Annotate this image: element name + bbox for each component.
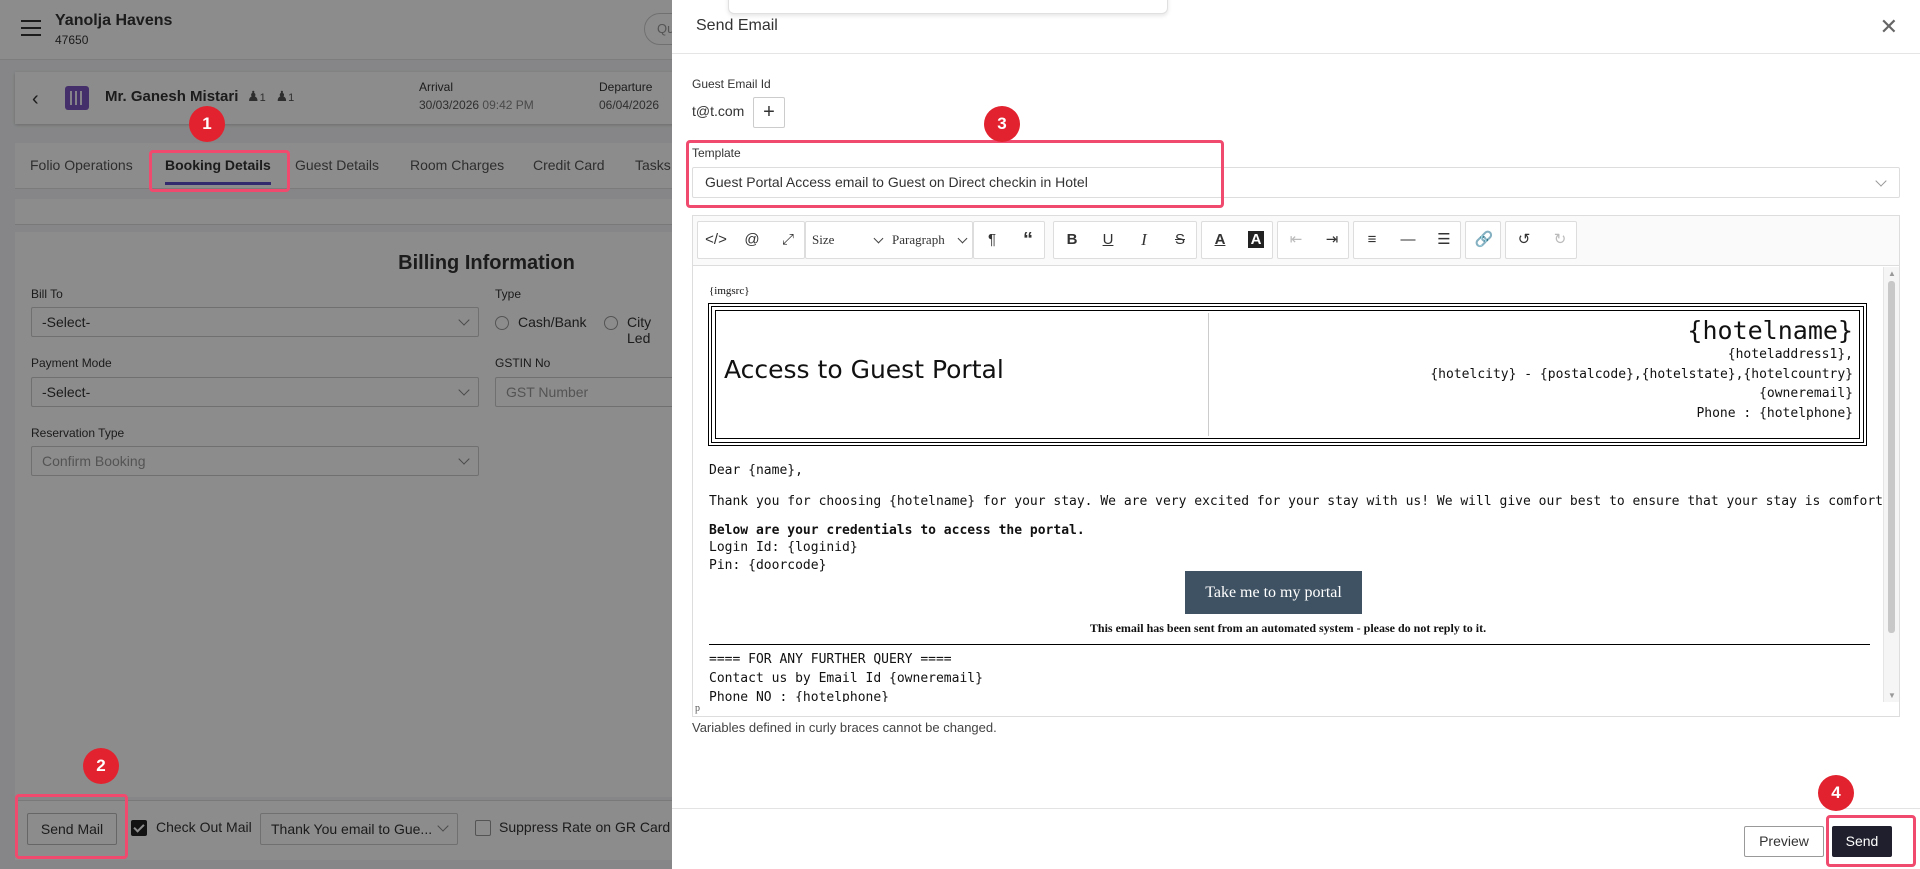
scroll-down-icon[interactable]: ▼	[1888, 691, 1896, 700]
login-id-text: Login Id: {loginid}	[709, 540, 858, 555]
toolbar-group-color: A A	[1201, 221, 1273, 259]
step-marker-2: 2	[83, 748, 119, 784]
horizontal-rule-icon[interactable]: —	[1390, 222, 1426, 258]
editor-content[interactable]: {imgsrc} Access to Guest Portal {hotelna…	[693, 267, 1883, 702]
paragraph-dropdown[interactable]: Paragraph	[892, 222, 970, 258]
toolbar-group-link: 🔗	[1465, 221, 1501, 259]
guest-email-value: t@t.com	[692, 103, 745, 119]
portal-link-button: Take me to my portal	[1185, 571, 1362, 614]
phone-text: Phone NO : {hotelphone}	[709, 690, 890, 702]
toolbar-group-history: ↺ ↻	[1505, 221, 1577, 259]
email-header-table: Access to Guest Portal {hotelname} {hote…	[708, 303, 1867, 446]
contact-text: Contact us by Email Id {owneremail}	[709, 671, 983, 686]
hotel-city-var: {hotelcity} - {postalcode},{hotelstate},…	[1430, 366, 1853, 382]
toolbar-group-view: </> @ ⤢	[697, 221, 805, 259]
toolbar-group-block: ¶ “	[973, 221, 1045, 259]
send-email-panel: Send Email ✕ Guest Email Id t@t.com + Te…	[672, 0, 1920, 869]
variables-note: Variables defined in curly braces cannot…	[692, 720, 997, 735]
step-marker-4: 4	[1818, 775, 1854, 811]
align-icon[interactable]: ≡	[1354, 222, 1390, 258]
pin-text: Pin: {doorcode}	[709, 558, 827, 573]
panel-header: Send Email ✕	[672, 0, 1920, 54]
link-icon[interactable]: 🔗	[1466, 222, 1502, 258]
scroll-up-icon[interactable]: ▲	[1888, 269, 1896, 278]
chevron-down-icon	[1875, 175, 1887, 187]
toolbar-group-align: ≡ — ☰	[1353, 221, 1461, 259]
paragraph-label: Paragraph	[892, 232, 945, 247]
pilcrow-icon[interactable]: ¶	[974, 222, 1010, 258]
outdent-icon[interactable]: ⇤	[1278, 222, 1314, 258]
editor-toolbar: </> @ ⤢ Size Paragraph ¶ “ B U I S A A ⇤…	[693, 216, 1899, 266]
highlight-booking-details	[149, 150, 290, 192]
toolbar-group-indent: ⇤ ⇥	[1277, 221, 1349, 259]
redo-icon[interactable]: ↻	[1542, 222, 1578, 258]
add-email-button[interactable]: +	[753, 97, 785, 128]
greeting-text: Dear {name},	[709, 463, 803, 478]
thanks-text: Thank you for choosing {hotelname} for y…	[709, 494, 1883, 509]
italic-icon[interactable]: I	[1126, 222, 1162, 258]
hotel-phone-var: Phone : {hotelphone}	[1696, 405, 1853, 421]
content-divider	[709, 644, 1870, 645]
panel-footer: Preview Send	[672, 808, 1920, 869]
hotel-address-var: {hoteladdress1},	[1727, 347, 1853, 362]
editor-scrollbar[interactable]: ▲ ▼	[1883, 267, 1899, 702]
hotel-name-var: {hotelname}	[1687, 316, 1853, 345]
owner-email-var: {owneremail}	[1759, 386, 1853, 401]
step-marker-1: 1	[189, 106, 225, 142]
list-icon[interactable]: ☰	[1426, 222, 1462, 258]
strikethrough-icon[interactable]: S	[1162, 222, 1198, 258]
highlight-color-icon[interactable]: A	[1238, 222, 1274, 258]
imgsrc-placeholder: {imgsrc}	[709, 285, 750, 297]
font-size-dropdown[interactable]: Size	[812, 222, 886, 258]
editor-status-path: p	[695, 703, 700, 714]
panel-title: Send Email	[696, 17, 778, 34]
step-marker-3: 3	[984, 106, 1020, 142]
highlight-template	[686, 140, 1224, 208]
close-icon[interactable]: ✕	[1880, 16, 1898, 38]
scroll-thumb[interactable]	[1888, 281, 1895, 633]
fullscreen-icon[interactable]: ⤢	[770, 222, 806, 258]
credentials-heading: Below are your credentials to access the…	[709, 523, 1085, 538]
portal-title: Access to Guest Portal	[724, 355, 1004, 384]
font-size-label: Size	[812, 232, 835, 247]
email-editor: </> @ ⤢ Size Paragraph ¶ “ B U I S A A ⇤…	[692, 215, 1900, 717]
font-color-icon[interactable]: A	[1202, 222, 1238, 258]
query-heading: ==== FOR ANY FURTHER QUERY ====	[709, 652, 952, 667]
hotel-info: {hotelname} {hoteladdress1}, {hotelcity}…	[1430, 317, 1853, 423]
chevron-down-icon	[873, 233, 884, 244]
mention-icon[interactable]: @	[734, 222, 770, 258]
undo-icon[interactable]: ↺	[1506, 222, 1542, 258]
automated-note: This email has been sent from an automat…	[1089, 621, 1487, 635]
bold-icon[interactable]: B	[1054, 222, 1090, 258]
header-divider	[1208, 313, 1209, 436]
preview-button[interactable]: Preview	[1744, 826, 1824, 857]
underline-icon[interactable]: U	[1090, 222, 1126, 258]
guest-email-label: Guest Email Id	[692, 77, 771, 91]
blockquote-icon[interactable]: “	[1010, 222, 1046, 258]
highlight-send-button	[1826, 815, 1916, 867]
highlight-send-mail	[15, 794, 128, 859]
toolbar-group-format: Size Paragraph	[805, 221, 973, 259]
toolbar-group-text: B U I S	[1053, 221, 1197, 259]
code-view-icon[interactable]: </>	[698, 222, 734, 258]
indent-icon[interactable]: ⇥	[1314, 222, 1350, 258]
plus-icon: +	[763, 101, 775, 123]
chevron-down-icon	[957, 233, 968, 244]
